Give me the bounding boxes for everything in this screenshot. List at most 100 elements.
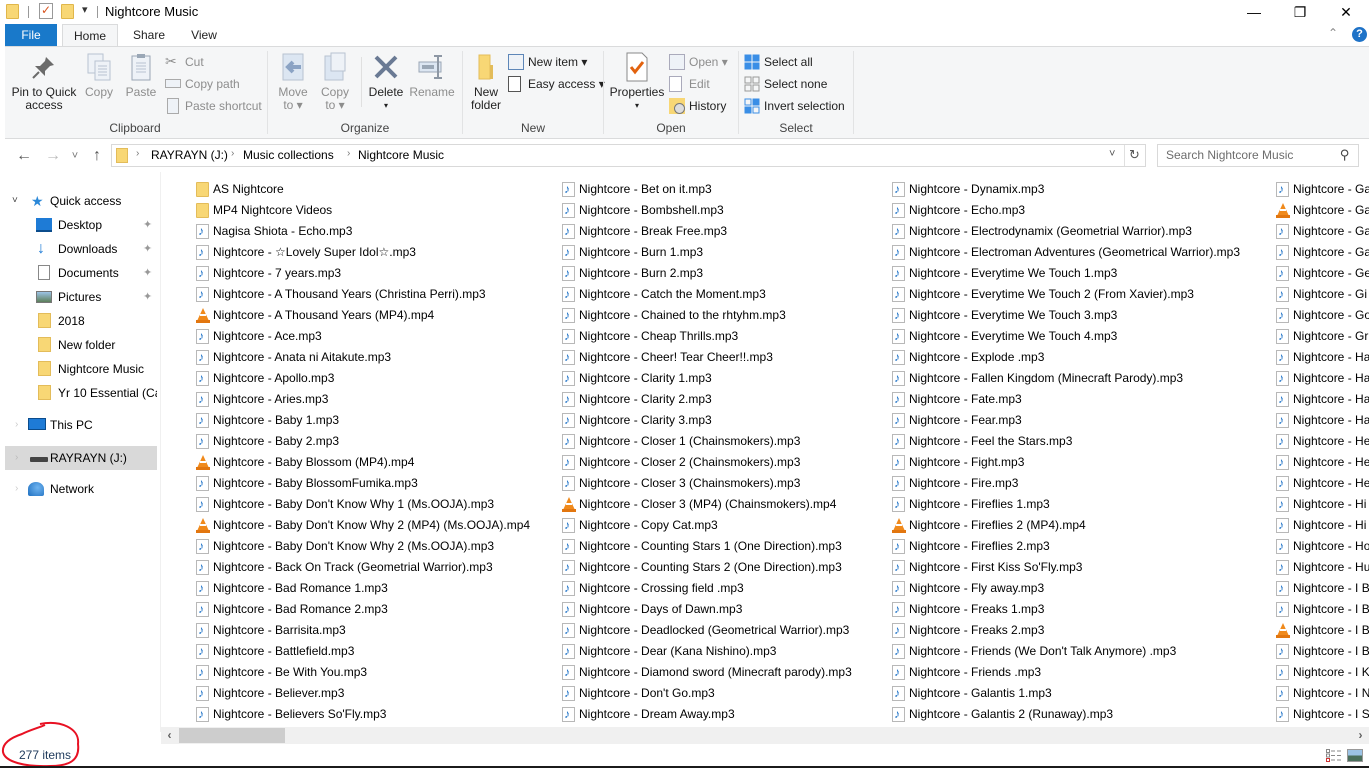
file-item[interactable]: Nightcore - Battlefield.mp3: [196, 641, 354, 662]
file-item[interactable]: Nightcore - Fireflies 1.mp3: [892, 494, 1050, 515]
file-item[interactable]: Nightcore - Ha: [1276, 368, 1369, 389]
chevron-down-icon[interactable]: ˅: [12, 190, 18, 212]
file-item[interactable]: Nightcore - Dear (Kana Nishino).mp3: [562, 641, 776, 662]
breadcrumb-drive[interactable]: RAYRAYN (J:): [151, 148, 228, 162]
file-item[interactable]: Nightcore - A Thousand Years (MP4).mp4: [196, 305, 434, 326]
file-item[interactable]: Nightcore - Copy Cat.mp3: [562, 515, 718, 536]
pin-icon[interactable]: ✦: [143, 214, 152, 236]
file-item[interactable]: Nightcore - Believers So'Fly.mp3: [196, 704, 386, 725]
paste-shortcut-button[interactable]: Paste shortcut: [165, 96, 262, 116]
file-item[interactable]: Nightcore - Freaks 2.mp3: [892, 620, 1044, 641]
history-button[interactable]: History: [669, 96, 726, 116]
file-item[interactable]: Nightcore - Bet on it.mp3: [562, 179, 712, 200]
file-item[interactable]: Nightcore - Baby 2.mp3: [196, 431, 339, 452]
file-item[interactable]: Nightcore - Diamond sword (Minecraft par…: [562, 662, 852, 683]
file-item[interactable]: Nightcore - Feel the Stars.mp3: [892, 431, 1072, 452]
breadcrumb-music-collections[interactable]: Music collections: [243, 148, 334, 162]
sidebar-item-2018[interactable]: 2018: [0, 310, 157, 332]
file-item[interactable]: Nightcore - Bad Romance 1.mp3: [196, 578, 388, 599]
file-item[interactable]: Nightcore - Ga: [1276, 242, 1369, 263]
file-item[interactable]: Nightcore - Fly away.mp3: [892, 578, 1044, 599]
file-item[interactable]: Nightcore - Electrodynamix (Geometrial W…: [892, 221, 1192, 242]
file-item[interactable]: Nightcore - Clarity 1.mp3: [562, 368, 712, 389]
file-item[interactable]: Nightcore - Dream Away.mp3: [562, 704, 735, 725]
recent-locations-button[interactable]: ˅: [65, 146, 85, 166]
file-item[interactable]: Nightcore - Freaks 1.mp3: [892, 599, 1044, 620]
file-item[interactable]: Nightcore - Everytime We Touch 4.mp3: [892, 326, 1117, 347]
file-item[interactable]: Nightcore - Cheer! Tear Cheer!!.mp3: [562, 347, 773, 368]
file-item[interactable]: Nightcore - Everytime We Touch 2 (From X…: [892, 284, 1194, 305]
back-button[interactable]: ←: [14, 146, 34, 166]
tab-view[interactable]: View: [180, 24, 228, 46]
file-item[interactable]: Nightcore - Ga: [1276, 179, 1369, 200]
file-item[interactable]: Nightcore - Ga: [1276, 221, 1369, 242]
pin-icon[interactable]: ✦: [143, 286, 152, 308]
file-item[interactable]: Nightcore - Counting Stars 1 (One Direct…: [562, 536, 842, 557]
file-item[interactable]: Nightcore - First Kiss So'Fly.mp3: [892, 557, 1082, 578]
sidebar-item-nightcore-music[interactable]: Nightcore Music: [0, 358, 157, 380]
file-item[interactable]: Nightcore - Go: [1276, 305, 1369, 326]
up-button[interactable]: ↑: [87, 146, 107, 166]
file-item[interactable]: Nightcore - I K: [1276, 662, 1369, 683]
file-item[interactable]: Nightcore - 7 years.mp3: [196, 263, 341, 284]
file-item[interactable]: Nightcore - I B: [1276, 620, 1369, 641]
file-item[interactable]: Nightcore - I B: [1276, 578, 1369, 599]
file-item[interactable]: Nightcore - Everytime We Touch 1.mp3: [892, 263, 1117, 284]
file-item[interactable]: Nightcore - Baby 1.mp3: [196, 410, 339, 431]
scrollbar-thumb[interactable]: [179, 728, 285, 743]
address-dropdown-icon[interactable]: ˅: [1109, 148, 1115, 160]
file-item[interactable]: Nightcore - Ga: [1276, 200, 1369, 221]
file-item[interactable]: Nightcore - Closer 2 (Chainsmokers).mp3: [562, 452, 800, 473]
close-button[interactable]: ✕: [1323, 0, 1369, 24]
file-item[interactable]: Nightcore - Dynamix.mp3: [892, 179, 1044, 200]
file-item[interactable]: Nightcore - Closer 3 (Chainsmokers).mp3: [562, 473, 800, 494]
sidebar-item-downloads[interactable]: ↓ Downloads ✦: [0, 238, 157, 260]
folder-item[interactable]: MP4 Nightcore Videos: [196, 200, 332, 221]
search-input[interactable]: [1166, 148, 1336, 162]
file-item[interactable]: Nightcore - Ha: [1276, 347, 1369, 368]
file-item[interactable]: Nightcore - I B: [1276, 641, 1369, 662]
details-view-button[interactable]: [1326, 749, 1342, 762]
file-item[interactable]: Nightcore - I S: [1276, 704, 1369, 725]
help-icon[interactable]: ?: [1352, 27, 1367, 42]
file-item[interactable]: Nightcore - Bombshell.mp3: [562, 200, 724, 221]
file-item[interactable]: Nightcore - Everytime We Touch 3.mp3: [892, 305, 1117, 326]
copy-button[interactable]: Copy: [81, 51, 117, 99]
paste-button[interactable]: Paste: [121, 51, 161, 99]
pin-to-quick-access-button[interactable]: Pin to Quick access: [8, 51, 80, 112]
file-item[interactable]: Nightcore - Baby BlossomFumika.mp3: [196, 473, 418, 494]
scroll-right-button[interactable]: ›: [1352, 727, 1369, 744]
delete-button[interactable]: Delete ▾: [366, 51, 406, 112]
file-item[interactable]: Nightcore - Burn 2.mp3: [562, 263, 703, 284]
file-item[interactable]: Nagisa Shiota - Echo.mp3: [196, 221, 352, 242]
file-item[interactable]: Nightcore - Hi: [1276, 515, 1366, 536]
select-all-button[interactable]: Select all: [744, 52, 813, 72]
file-item[interactable]: Nightcore - Fallen Kingdom (Minecraft Pa…: [892, 368, 1183, 389]
file-item[interactable]: Nightcore - Back On Track (Geometrial Wa…: [196, 557, 493, 578]
file-item[interactable]: Nightcore - Hu: [1276, 557, 1369, 578]
file-item[interactable]: Nightcore - Fight.mp3: [892, 452, 1024, 473]
file-item[interactable]: Nightcore - Chained to the rhtyhm.mp3: [562, 305, 786, 326]
file-item[interactable]: Nightcore - He: [1276, 473, 1369, 494]
copy-to-button[interactable]: Copy to ▾: [317, 51, 353, 112]
forward-button[interactable]: →: [43, 146, 63, 166]
restore-button[interactable]: ❐: [1277, 0, 1323, 24]
file-item[interactable]: Nightcore - Friends (We Don't Talk Anymo…: [892, 641, 1176, 662]
file-item[interactable]: Nightcore - Fireflies 2 (MP4).mp4: [892, 515, 1086, 536]
breadcrumb-nightcore-music[interactable]: Nightcore Music: [358, 148, 444, 162]
sidebar-item-new-folder[interactable]: New folder: [0, 334, 157, 356]
file-item[interactable]: Nightcore - Barrisita.mp3: [196, 620, 346, 641]
horizontal-scrollbar[interactable]: ‹ ›: [161, 727, 1369, 744]
file-item[interactable]: Nightcore - I N: [1276, 683, 1369, 704]
new-item-button[interactable]: New item ▾: [508, 52, 587, 72]
cut-button[interactable]: ✂ Cut: [165, 52, 204, 72]
customize-toolbar-icon[interactable]: ▾: [82, 3, 88, 16]
search-icon[interactable]: ⚲: [1340, 147, 1350, 163]
file-item[interactable]: Nightcore - Don't Go.mp3: [562, 683, 715, 704]
file-item[interactable]: Nightcore - Closer 3 (MP4) (Chainsmokers…: [562, 494, 836, 515]
file-item[interactable]: Nightcore - Cheap Thrills.mp3: [562, 326, 738, 347]
file-item[interactable]: Nightcore - Be With You.mp3: [196, 662, 367, 683]
file-item[interactable]: Nightcore - Hi: [1276, 494, 1366, 515]
sidebar-item-quick-access[interactable]: ˅ ★ Quick access: [0, 190, 157, 212]
file-item[interactable]: Nightcore - Burn 1.mp3: [562, 242, 703, 263]
